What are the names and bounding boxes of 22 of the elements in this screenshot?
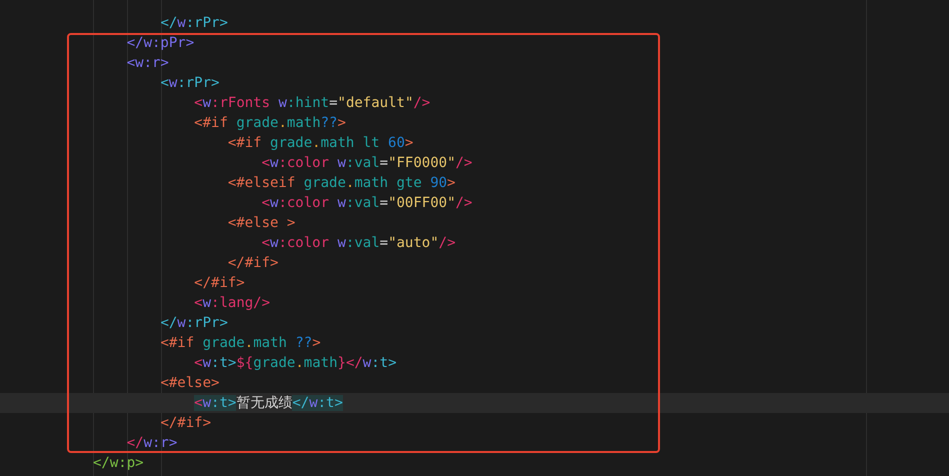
code-line: </w:p>	[92, 454, 145, 473]
code-line: <w:r>	[126, 54, 170, 73]
code-line: </#if>	[226, 254, 280, 273]
code-line: <w:t>${grade.math}</w:t>	[193, 354, 398, 373]
code-line: <w:rPr>	[159, 74, 220, 93]
code-line: </w:rPr>	[159, 14, 229, 33]
code-line: <w:lang/>	[193, 294, 272, 313]
code-line: </#if>	[159, 414, 212, 433]
code-line: </#if>	[193, 274, 246, 293]
code-line: <w:rFonts w:hint="default"/>	[193, 94, 432, 113]
code-line: <w:color w:val="00FF00"/>	[260, 194, 474, 213]
code-line: <#else >	[226, 214, 296, 233]
code-line: <#else>	[159, 374, 220, 393]
code-line: </w:pPr>	[126, 34, 196, 53]
code-line: <#elseif grade.math gte 90>	[226, 174, 456, 193]
code-line: <w:color w:val="FF0000"/>	[260, 154, 474, 173]
code-line: <#if grade.math??>	[193, 114, 347, 133]
code-line: <#if grade.math ??>	[159, 334, 322, 353]
code-line: <w:color w:val="auto"/>	[260, 234, 456, 253]
code-line: <#if grade.math lt 60>	[226, 134, 414, 153]
code-line: </w:rPr>	[159, 314, 229, 333]
code-line: </w:r>	[126, 434, 178, 453]
